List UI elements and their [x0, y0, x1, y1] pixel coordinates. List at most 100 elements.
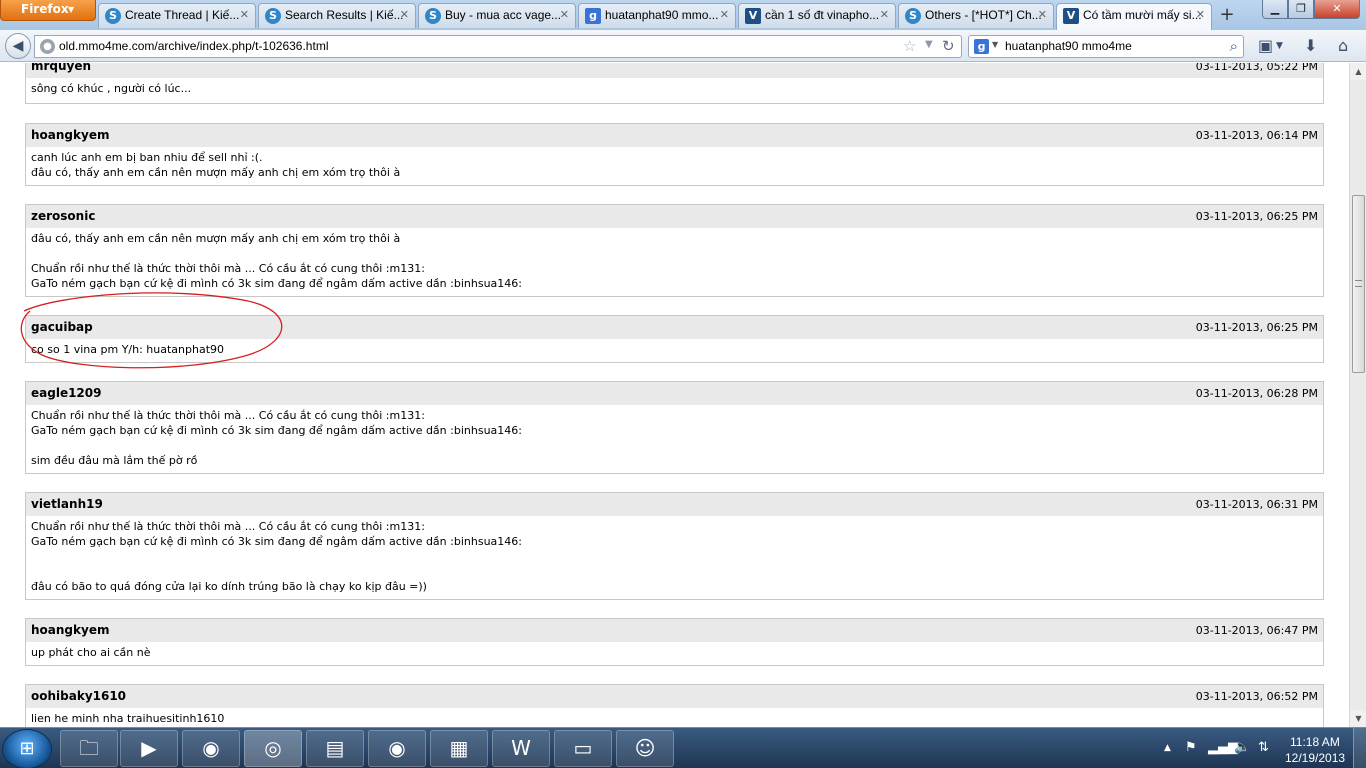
post-body: lien he minh nha traihuesitinh1610 — [26, 708, 1323, 727]
tab-title: Có tầm mười mấy si... — [1083, 8, 1202, 22]
home-icon[interactable]: ⌂ — [1338, 36, 1348, 55]
close-window-button[interactable]: ✕ — [1314, 0, 1360, 19]
chrome-icon[interactable]: ◉ — [368, 730, 426, 767]
post-line: sim đều đâu mà lắm thế pờ rồ — [31, 454, 198, 467]
video-editor-icon[interactable]: ▦ — [430, 730, 488, 767]
post-author: mrquyen — [31, 63, 92, 73]
post: mrquyen 03-11-2013, 05:22 PM sông có khú… — [25, 63, 1324, 104]
new-tab-button[interactable]: + — [1214, 5, 1240, 27]
windows-taskbar: ⊞ 🗀 ▶ ◉ ◎ ▤ ◉ ▦ W ▭ ☺ ▲ ⚑ ▂▄▆ 🔈 ⇅ 11:18 … — [0, 727, 1366, 768]
browser-tab[interactable]: V cần 1 số đt vinapho... ✕ — [738, 3, 896, 28]
skype-icon: S — [105, 8, 121, 24]
post-header: vietlanh19 03-11-2013, 06:31 PM — [26, 493, 1323, 516]
scroll-down-icon[interactable]: ▼ — [1350, 710, 1366, 727]
browser-tab[interactable]: S Others - [*HOT*] Ch... ✕ — [898, 3, 1054, 28]
close-icon[interactable]: ✕ — [1196, 8, 1205, 21]
yahoo-messenger-icon[interactable]: ☺ — [616, 730, 674, 767]
history-dropdown-icon[interactable]: ▼ — [925, 39, 933, 50]
back-button[interactable]: ◀ — [5, 33, 31, 59]
post-header: zerosonic 03-11-2013, 06:25 PM — [26, 205, 1323, 228]
firefox-icon[interactable]: ◎ — [244, 730, 302, 767]
clock-date[interactable]: 12/19/2013 — [1285, 751, 1345, 765]
clock-time[interactable]: 11:18 AM — [1290, 735, 1340, 749]
post-line: lien he minh nha traihuesitinh1610 — [31, 712, 225, 725]
chevron-down-icon[interactable]: ▼ — [1276, 41, 1283, 51]
close-icon[interactable]: ✕ — [1038, 8, 1047, 21]
tab-title: Search Results | Kiế... — [285, 8, 404, 22]
post-line: canh lúc anh em bị ban nhiu để sell nhỉ … — [31, 151, 263, 164]
close-icon[interactable]: ✕ — [400, 8, 409, 21]
sticky-notes-icon[interactable]: ▤ — [306, 730, 364, 767]
post: hoangkyem 03-11-2013, 06:47 PM up phát c… — [25, 618, 1324, 666]
navigation-toolbar: ◀ ● old.mmo4me.com/archive/index.php/t-1… — [0, 30, 1366, 62]
bookmark-star-icon[interactable]: ☆ — [903, 37, 916, 55]
show-hidden-icons-icon[interactable]: ▲ — [1164, 743, 1171, 753]
browser-tab[interactable]: g huatanphat90 mmo... ✕ — [578, 3, 736, 28]
post-line: Chuẩn rồi như thế là thức thời thôi mà .… — [31, 520, 425, 533]
globe-icon: ● — [40, 39, 55, 54]
post-line: GaTo ném gạch bạn cứ kệ đi mình có 3k si… — [31, 424, 522, 437]
google-icon: g — [585, 8, 601, 24]
post-date: 03-11-2013, 06:28 PM — [1195, 387, 1318, 400]
browser-title-bar: Firefox ▼ S Create Thread | Kiế... ✕ S S… — [0, 0, 1366, 30]
post: gacuibap 03-11-2013, 06:25 PM co so 1 vi… — [25, 315, 1324, 363]
browser-tab[interactable]: S Search Results | Kiế... ✕ — [258, 3, 416, 28]
chrome-icon[interactable]: ◉ — [182, 730, 240, 767]
network-share-icon[interactable]: ⇅ — [1258, 740, 1269, 755]
vbulletin-icon: V — [745, 8, 761, 24]
close-icon[interactable]: ✕ — [560, 8, 569, 21]
scroll-up-icon[interactable]: ▲ — [1350, 63, 1366, 80]
reload-icon[interactable]: ↻ — [942, 37, 955, 55]
vbulletin-icon: V — [1063, 8, 1079, 24]
remote-desktop-icon[interactable]: ▭ — [554, 730, 612, 767]
skype-icon: S — [425, 8, 441, 24]
url-text: old.mmo4me.com/archive/index.php/t-10263… — [59, 39, 328, 53]
post-date: 03-11-2013, 06:52 PM — [1195, 690, 1318, 703]
post-line — [31, 438, 1318, 453]
browser-tab[interactable]: S Create Thread | Kiế... ✕ — [98, 3, 256, 28]
chevron-down-icon[interactable]: ▼ — [992, 40, 998, 49]
show-desktop-button[interactable] — [1353, 728, 1366, 768]
media-player-icon[interactable]: ▶ — [120, 730, 178, 767]
post-line: đâu có bão to quá đóng cửa lại ko dính t… — [31, 580, 427, 593]
post-date: 03-11-2013, 06:47 PM — [1195, 624, 1318, 637]
post: oohibaky1610 03-11-2013, 06:52 PM lien h… — [25, 684, 1324, 727]
search-bar[interactable]: g ▼ huatanphat90 mmo4me ⌕ — [968, 35, 1244, 58]
post-header: eagle1209 03-11-2013, 06:28 PM — [26, 382, 1323, 405]
bookmarks-menu-icon[interactable]: ▣ — [1258, 36, 1273, 55]
downloads-icon[interactable]: ⬇ — [1304, 36, 1317, 55]
post-author: hoangkyem — [31, 623, 110, 637]
close-icon[interactable]: ✕ — [880, 8, 889, 21]
volume-icon[interactable]: 🔈 — [1234, 740, 1250, 755]
post-header: oohibaky1610 03-11-2013, 06:52 PM — [26, 685, 1323, 708]
action-center-flag-icon[interactable]: ⚑ — [1185, 740, 1197, 755]
post-author: vietlanh19 — [31, 497, 103, 511]
url-path: /archive/index.php/t-102636.html — [154, 39, 329, 53]
skype-icon: S — [265, 8, 281, 24]
word-icon[interactable]: W — [492, 730, 550, 767]
start-button[interactable]: ⊞ — [2, 729, 52, 768]
tab-title: Buy - mua acc vage... — [445, 8, 562, 22]
search-icon[interactable]: ⌕ — [1230, 37, 1238, 55]
skype-icon: S — [905, 8, 921, 24]
minimize-button[interactable]: ▁ — [1262, 0, 1288, 19]
scrollbar-thumb[interactable] — [1352, 195, 1365, 373]
address-bar[interactable]: ● old.mmo4me.com/archive/index.php/t-102… — [34, 35, 962, 58]
close-icon[interactable]: ✕ — [240, 8, 249, 21]
post-date: 03-11-2013, 06:14 PM — [1195, 129, 1318, 142]
browser-tab[interactable]: S Buy - mua acc vage... ✕ — [418, 3, 576, 28]
post: vietlanh19 03-11-2013, 06:31 PM Chuẩn rồ… — [25, 492, 1324, 600]
vertical-scrollbar[interactable]: ▲ ▼ — [1349, 63, 1366, 727]
search-input[interactable]: huatanphat90 mmo4me — [1005, 39, 1132, 53]
windows-explorer-icon[interactable]: 🗀 — [60, 730, 118, 767]
post-line: Chuẩn rồi như thế là thức thời thôi mà .… — [31, 262, 425, 275]
close-icon[interactable]: ✕ — [720, 8, 729, 21]
post-header: hoangkyem 03-11-2013, 06:14 PM — [26, 124, 1323, 147]
tab-title: cần 1 số đt vinapho... — [765, 8, 880, 22]
post-line: co so 1 vina pm Y/h: huatanphat90 — [31, 343, 225, 356]
firefox-menu-label: Firefox — [21, 2, 69, 16]
google-icon[interactable]: g — [974, 39, 989, 54]
browser-tab-active[interactable]: V Có tầm mười mấy si... ✕ — [1056, 3, 1212, 30]
maximize-button[interactable]: ❐ — [1288, 0, 1314, 19]
firefox-menu-button[interactable]: Firefox ▼ — [0, 0, 96, 21]
